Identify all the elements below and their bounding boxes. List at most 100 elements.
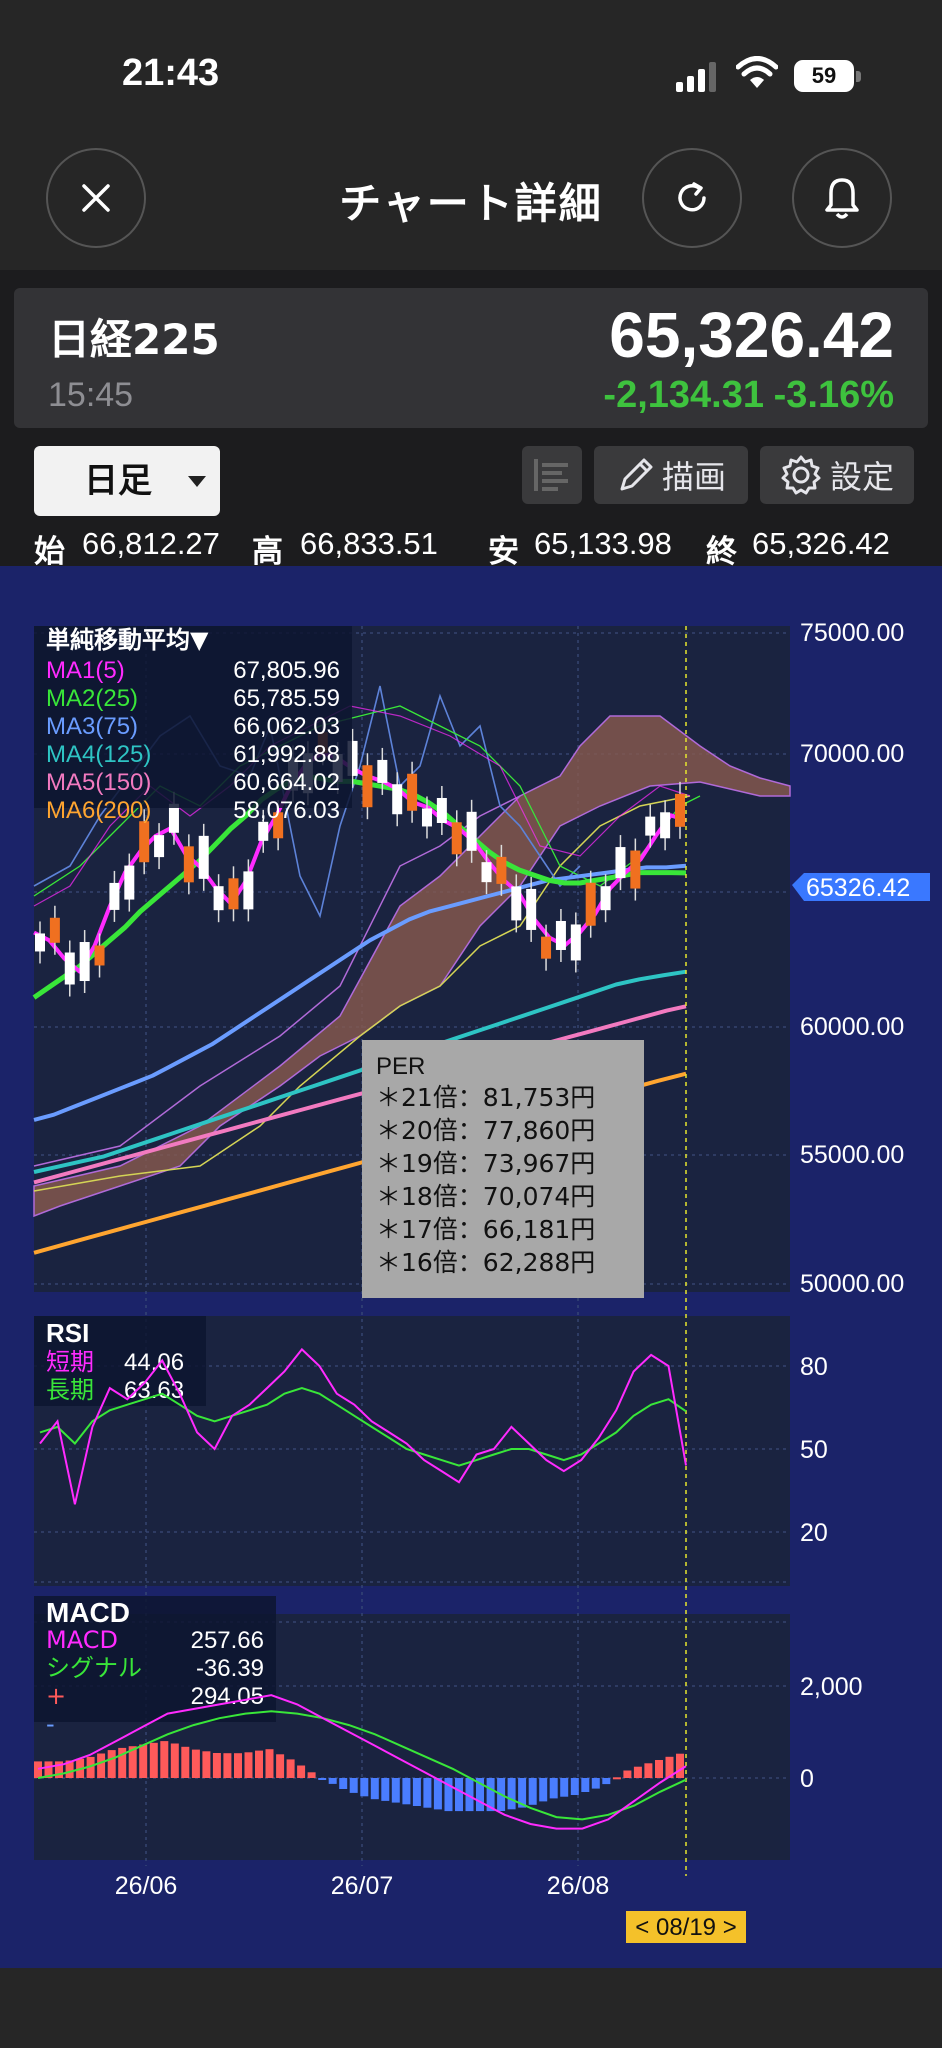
candle-body bbox=[139, 821, 150, 863]
macd-hist-bar-pos bbox=[244, 1752, 253, 1778]
macd-hist-bar-neg bbox=[560, 1778, 569, 1797]
candle-body bbox=[362, 765, 373, 808]
chart-area[interactable]: 単純移動平均▼ MA1(5) 67,805.96 MA2(25) 65,785.59 M… bbox=[0, 566, 942, 1968]
candle-body bbox=[183, 846, 194, 883]
rsi-legend-value: 63.63 bbox=[124, 1377, 184, 1404]
candle-body bbox=[645, 816, 656, 836]
per-title: PER bbox=[376, 1053, 425, 1080]
macd-hist-bar-pos bbox=[655, 1760, 663, 1778]
battery-icon: 59 bbox=[794, 60, 854, 92]
ma-legend-value: 66,062.03 bbox=[233, 713, 340, 740]
status-time: 21:43 bbox=[122, 52, 220, 94]
price-change-pct: -3.16% bbox=[773, 374, 894, 416]
macd-hist-bar-pos bbox=[149, 1742, 158, 1778]
macd-hist-bar-pos bbox=[255, 1750, 263, 1778]
macd-hist-bar-neg bbox=[402, 1778, 411, 1805]
ma-legend-value: 60,664.02 bbox=[233, 769, 340, 796]
cursor-date-tag[interactable]: < 08/19 > bbox=[626, 1911, 746, 1943]
macd-hist-bar-pos bbox=[160, 1741, 169, 1778]
candle-body bbox=[198, 835, 209, 879]
candle-body bbox=[124, 865, 135, 900]
macd-hist-bar-pos bbox=[644, 1763, 653, 1778]
refresh-icon bbox=[678, 182, 706, 212]
macd-axis: 2,000 0 bbox=[800, 1673, 863, 1793]
alert-button[interactable] bbox=[792, 148, 892, 248]
macd-hist-bar-neg bbox=[349, 1778, 358, 1793]
macd-legend-value: -36.39 bbox=[196, 1655, 264, 1682]
candle-body bbox=[377, 759, 388, 783]
rsi-axis-label: 50 bbox=[800, 1436, 828, 1464]
draw-label: 描画 bbox=[661, 458, 726, 496]
macd-hist-bar-pos bbox=[265, 1749, 274, 1778]
macd-hist-bar-pos bbox=[181, 1746, 190, 1778]
cellular-signal-icon bbox=[676, 62, 716, 92]
period-select[interactable]: 日足 bbox=[34, 446, 220, 516]
macd-axis-label: 0 bbox=[800, 1765, 814, 1793]
macd-hist-bar-pos bbox=[212, 1753, 221, 1778]
draw-button[interactable]: 描画 bbox=[594, 446, 748, 504]
macd-legend-value: 294.05 bbox=[191, 1683, 264, 1710]
ma-legend-title[interactable]: 単純移動平均▼ bbox=[46, 626, 209, 654]
macd-hist-bar-pos bbox=[202, 1751, 211, 1778]
per-line: ＊18倍：70,074円 bbox=[376, 1182, 595, 1211]
current-price-tag-text: 65326.42 bbox=[806, 874, 910, 902]
price-axis-label: 60000.00 bbox=[800, 1013, 904, 1041]
battery-tip bbox=[856, 71, 861, 82]
macd-hist-bar-pos bbox=[107, 1750, 116, 1778]
high-key: 高 bbox=[252, 534, 283, 570]
per-line: ＊19倍：73,967円 bbox=[376, 1149, 595, 1178]
candle-body bbox=[64, 952, 75, 985]
rsi-title: RSI bbox=[46, 1318, 89, 1348]
nav-header: チャート詳細 bbox=[0, 130, 942, 270]
list-lines-icon bbox=[534, 459, 568, 491]
macd-hist-bar-neg bbox=[581, 1778, 590, 1792]
quote-card: 日経225 15:45 65,326.42 -2,134.31 -3.16% bbox=[14, 288, 928, 428]
macd-hist-bar-pos bbox=[223, 1753, 232, 1778]
ma-legend-name: MA6(200) bbox=[46, 797, 151, 824]
macd-legend-name: + bbox=[46, 1682, 66, 1710]
refresh-button[interactable] bbox=[642, 148, 742, 248]
candle-body bbox=[570, 924, 581, 961]
candle-body bbox=[49, 917, 60, 943]
macd-hist-bar-neg bbox=[528, 1778, 537, 1805]
rsi-axis: 80 50 20 bbox=[800, 1353, 828, 1547]
candle-body bbox=[511, 886, 522, 921]
open-value: 66,812.27 bbox=[82, 526, 220, 561]
candle-body bbox=[243, 871, 254, 910]
candle-body bbox=[660, 812, 671, 839]
candle-body bbox=[436, 797, 447, 823]
macd-hist-bar-neg bbox=[328, 1778, 337, 1784]
chart-list-button[interactable] bbox=[522, 446, 582, 504]
macd-hist-bar-pos bbox=[34, 1761, 42, 1778]
ohlc-row: 始 66,812.27 高 66,833.51 安 65,133.98 終 65… bbox=[0, 526, 942, 570]
chart-svg[interactable]: 単純移動平均▼ MA1(5) 67,805.96 MA2(25) 65,785.59 M… bbox=[0, 566, 942, 1968]
macd-axis-label: 2,000 bbox=[800, 1673, 863, 1701]
rsi-axis-label: 20 bbox=[800, 1519, 828, 1547]
macd-hist-bar-neg bbox=[412, 1778, 421, 1806]
macd-hist-bar-neg bbox=[318, 1778, 327, 1780]
macd-hist-bar-neg bbox=[339, 1778, 348, 1789]
candle-body bbox=[496, 856, 507, 884]
macd-legend-name: MACD bbox=[46, 1626, 118, 1654]
rsi-axis-label: 80 bbox=[800, 1353, 828, 1381]
macd-hist-bar-pos bbox=[623, 1770, 632, 1778]
price-axis-label: 50000.00 bbox=[800, 1270, 904, 1298]
settings-button[interactable]: 設定 bbox=[760, 446, 914, 504]
candle-body bbox=[541, 936, 552, 959]
macd-hist-bar-neg bbox=[370, 1778, 379, 1800]
chevron-down-icon bbox=[188, 476, 206, 487]
macd-hist-bar-neg bbox=[360, 1778, 369, 1797]
macd-hist-bar-neg bbox=[381, 1778, 390, 1801]
candle-body bbox=[526, 888, 537, 930]
candle-body bbox=[555, 920, 566, 950]
ma-legend-name: MA2(25) bbox=[46, 685, 138, 712]
macd-hist-bar-neg bbox=[539, 1778, 548, 1802]
macd-hist-bar-neg bbox=[549, 1778, 558, 1799]
candle-body bbox=[451, 822, 462, 855]
wifi-icon bbox=[736, 56, 778, 88]
macd-hist-bar-neg bbox=[602, 1778, 611, 1785]
macd-hist-bar-neg bbox=[455, 1778, 463, 1812]
pencil-icon bbox=[620, 458, 653, 491]
ma-legend-value: 61,992.88 bbox=[233, 741, 340, 768]
candle-body bbox=[392, 784, 403, 815]
